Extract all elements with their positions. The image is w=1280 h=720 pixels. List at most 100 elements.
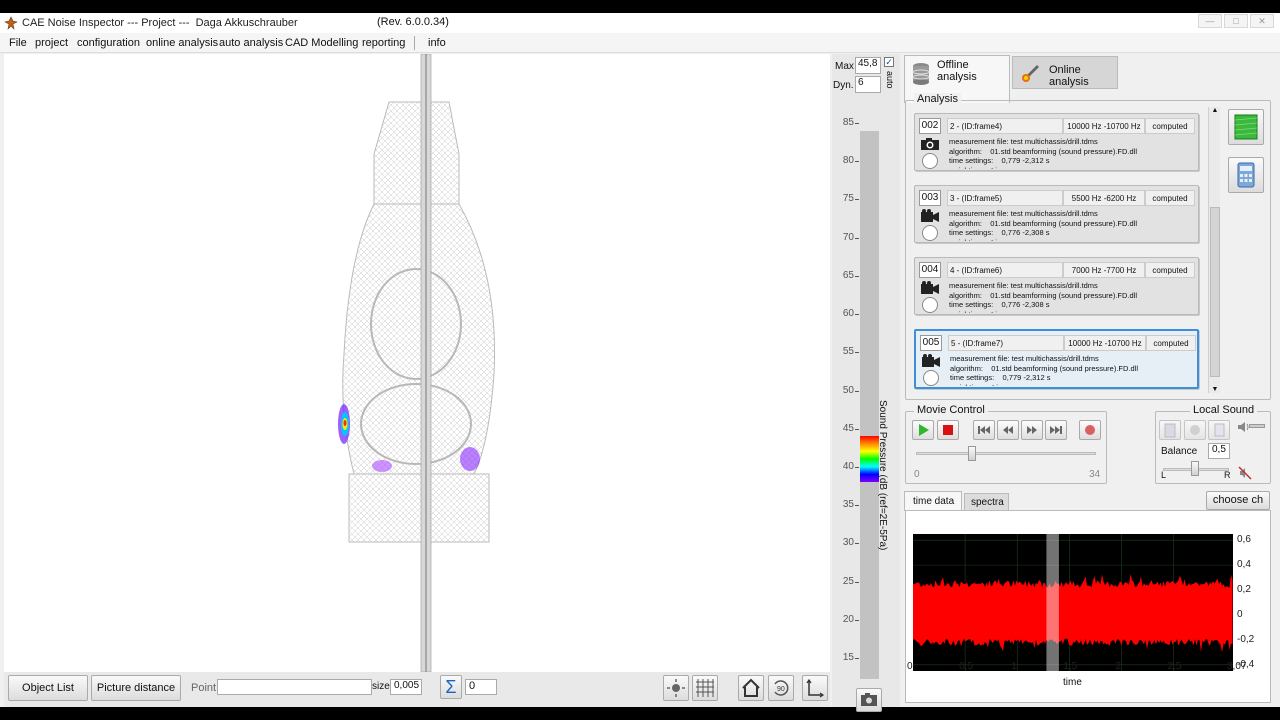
window-title: CAE Noise Inspector --- Project --- Daga…	[22, 17, 298, 29]
balance-right-label: R	[1224, 470, 1231, 480]
home-icon[interactable]	[738, 675, 764, 701]
tab-online-analysis[interactable]: Online analysis	[1012, 56, 1118, 89]
viewport-toolbar: Object List Picture distance Point size …	[4, 672, 830, 707]
x-tick-label: 1	[1011, 661, 1017, 672]
item-details: measurement file: test multichassis/dril…	[950, 354, 1138, 386]
step-back-icon[interactable]	[997, 420, 1019, 440]
item-details: measurement file: test multichassis/dril…	[949, 209, 1137, 241]
menu-info[interactable]: info	[428, 37, 446, 49]
record-button[interactable]	[1079, 420, 1101, 440]
green-map-icon[interactable]	[1228, 109, 1264, 145]
choose-channel-button[interactable]: choose ch	[1206, 491, 1270, 510]
scale-tick-mark	[855, 390, 859, 392]
scale-tick-label: 45	[842, 422, 854, 434]
item-select-radio[interactable]	[922, 225, 938, 241]
time-selection-region[interactable]	[1046, 534, 1059, 671]
item-select-radio[interactable]	[922, 297, 938, 313]
scale-tick-label: 80	[842, 155, 854, 167]
item-select-radio[interactable]	[923, 370, 939, 386]
mute-icon[interactable]	[1238, 466, 1252, 480]
stop-button[interactable]	[937, 420, 959, 440]
object-list-button[interactable]: Object List	[8, 675, 88, 701]
dyn-input[interactable]: 6	[855, 76, 881, 93]
scale-tick-mark	[855, 428, 859, 430]
scale-tick-label: 15	[842, 652, 854, 663]
analysis-scrollbar[interactable]: ▲ ▼	[1208, 107, 1220, 393]
scale-tick-label: 65	[842, 269, 854, 281]
scale-tick-mark	[855, 123, 859, 124]
item-details: measurement file: test multichassis/dril…	[949, 281, 1137, 313]
y-tick-label: 0,4	[1237, 559, 1251, 571]
movie-slider-track[interactable]	[916, 452, 1096, 455]
scale-tick-label: 85	[842, 117, 854, 128]
snapshot-icon[interactable]	[856, 688, 882, 712]
balance-input[interactable]: 0,5	[1208, 443, 1230, 459]
scale-tick-label: 70	[842, 231, 854, 243]
noise-hotspot-center	[372, 460, 392, 472]
tab-time-data[interactable]: time data	[904, 491, 962, 511]
play-button[interactable]	[912, 420, 934, 440]
sound-list-icon[interactable]	[1159, 420, 1181, 440]
analysis-item-003[interactable]: 003 3 - (ID:frame5) 5500 Hz -6200 Hz com…	[914, 185, 1199, 243]
menu-project[interactable]: project	[35, 37, 68, 49]
movie-min-label: 0	[914, 469, 920, 480]
calculator-icon[interactable]	[1228, 157, 1264, 193]
menu-file[interactable]: File	[9, 37, 27, 49]
size-input[interactable]: 0,005	[390, 679, 422, 695]
auto-checkbox[interactable]: ✓	[884, 57, 894, 67]
point-input[interactable]	[217, 679, 372, 695]
scale-tick-mark	[855, 543, 859, 545]
menu-auto-analysis[interactable]: auto analysis	[219, 37, 283, 49]
picture-distance-button[interactable]: Picture distance	[91, 675, 181, 701]
sound-file-icon[interactable]	[1208, 420, 1230, 440]
item-status: computed	[1145, 118, 1195, 134]
x-tick-label: 0,5	[959, 661, 974, 672]
analysis-item-002[interactable]: 002 2 - (ID:frame4) 10000 Hz -10700 Hz c…	[914, 113, 1199, 171]
item-frame-name: 2 - (ID:frame4)	[947, 118, 1063, 134]
balance-slider-thumb[interactable]	[1191, 461, 1199, 476]
axis-view-icon[interactable]	[802, 675, 828, 701]
movie-slider-thumb[interactable]	[967, 446, 976, 461]
minimize-button[interactable]: —	[1198, 14, 1222, 28]
video-camera-icon	[921, 281, 939, 294]
scroll-up-icon[interactable]: ▲	[1209, 107, 1221, 114]
sum-button[interactable]: Σ	[440, 675, 462, 699]
scroll-down-icon[interactable]: ▼	[1209, 386, 1221, 393]
scale-tick-mark	[855, 199, 859, 201]
menu-configuration[interactable]: configuration	[77, 37, 140, 49]
item-frame-name: 3 - (ID:frame5)	[947, 190, 1063, 206]
menu-reporting[interactable]: reporting	[362, 37, 405, 49]
app-logo-icon	[4, 16, 18, 30]
max-input[interactable]: 45,8	[855, 57, 881, 74]
item-select-radio[interactable]	[922, 153, 938, 169]
close-button[interactable]: ✕	[1250, 14, 1274, 28]
x-tick-label: 2	[1115, 661, 1122, 672]
light-icon[interactable]	[663, 675, 689, 701]
skip-to-start-icon[interactable]	[973, 420, 995, 440]
step-forward-icon[interactable]	[1021, 420, 1043, 440]
tab-spectra[interactable]: spectra	[964, 493, 1009, 511]
app-window: CAE Noise Inspector --- Project --- Daga…	[0, 13, 1280, 712]
analysis-item-004[interactable]: 004 4 - (ID:frame6) 7000 Hz -7700 Hz com…	[914, 257, 1199, 315]
movie-control-title: Movie Control	[914, 404, 988, 416]
size-label: size	[372, 681, 390, 692]
tab-offline-label: Offline analysis	[937, 59, 977, 83]
time-signal-plot[interactable]	[913, 534, 1233, 671]
volume-slider[interactable]	[1249, 424, 1265, 428]
noise-hotspot-right	[460, 447, 480, 471]
grid-icon[interactable]	[692, 675, 718, 701]
model-viewport[interactable]	[4, 54, 830, 672]
point-label: Point	[191, 682, 217, 694]
scale-tick-mark	[855, 505, 859, 507]
scale-tick-mark	[855, 237, 859, 239]
maximize-button[interactable]: □	[1224, 14, 1248, 28]
scale-tick-mark	[855, 314, 859, 316]
sound-record-icon[interactable]	[1184, 420, 1206, 440]
skip-to-end-icon[interactable]	[1045, 420, 1067, 440]
menu-online-analysis[interactable]: online analysis	[146, 37, 218, 49]
analysis-item-005[interactable]: 005 5 - (ID:frame7) 10000 Hz -10700 Hz c…	[914, 329, 1199, 389]
menu-cad-modelling[interactable]: CAD Modelling	[285, 37, 358, 49]
scale-tick-label: 20	[842, 613, 854, 625]
scale-tick-label: 75	[842, 193, 854, 205]
rotate-90-icon[interactable]: 90	[768, 675, 794, 701]
